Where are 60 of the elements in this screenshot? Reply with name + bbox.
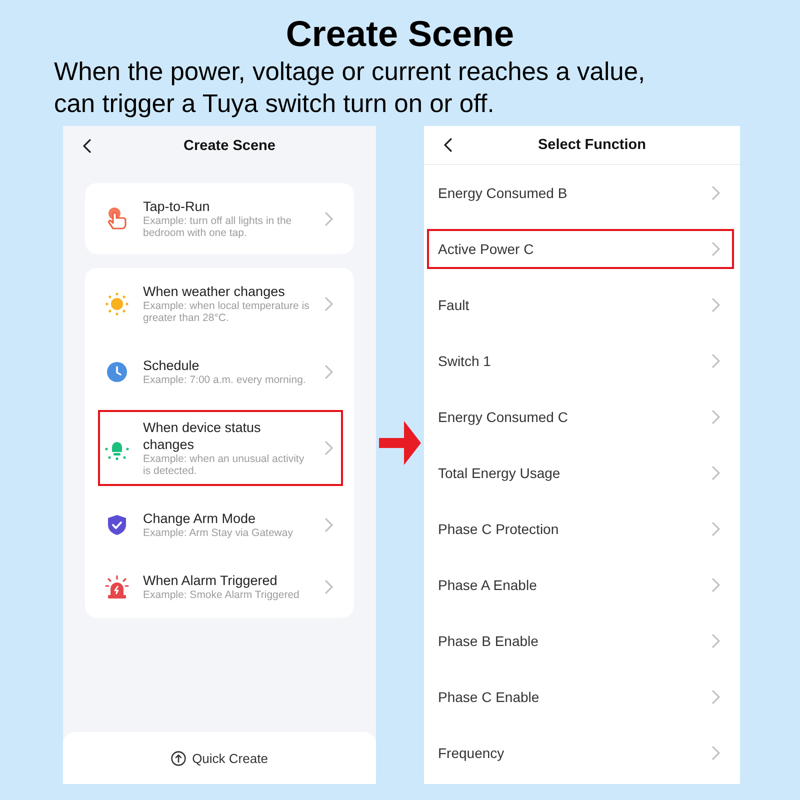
- function-option[interactable]: Phase B Enable: [427, 621, 734, 661]
- chevron-right-icon: [325, 518, 333, 532]
- option-description: Example: Arm Stay via Gateway: [143, 527, 293, 539]
- chevron-right-icon: [712, 690, 720, 704]
- trigger-option[interactable]: Tap-to-Run Example: turn off all lights in the bedroom with one tap.: [98, 189, 343, 248]
- trigger-option[interactable]: Schedule Example: 7:00 a.m. every morning.: [98, 348, 343, 395]
- option-title: Tap-to-Run: [143, 198, 210, 215]
- option-description: Example: turn off all lights in the bedroom with one tap.: [143, 215, 292, 239]
- shield-check-icon: [108, 514, 126, 534]
- chevron-right-icon: [325, 580, 333, 594]
- function-option[interactable]: Total Energy Usage: [427, 453, 734, 493]
- right-arrow-icon: [379, 421, 421, 465]
- arrow-up-circle-icon: [171, 750, 186, 766]
- chevron-right-icon: [325, 441, 333, 455]
- function-option[interactable]: Fault: [427, 285, 734, 325]
- chevron-right-icon: [712, 354, 720, 368]
- chevron-right-icon: [712, 466, 720, 480]
- back-icon[interactable]: [444, 138, 452, 152]
- chevron-right-icon: [712, 634, 720, 648]
- option-title: When device status changes: [143, 419, 261, 453]
- chevron-right-icon: [712, 578, 720, 592]
- function-option[interactable]: Active Power C: [427, 229, 734, 269]
- siren-icon: [105, 574, 129, 598]
- option-title: When weather changes: [143, 283, 285, 300]
- chevron-right-icon: [325, 212, 333, 226]
- hand-tap-icon: [107, 206, 127, 230]
- function-option[interactable]: Frequency: [427, 733, 734, 773]
- screen-title: Select Function: [538, 137, 646, 153]
- option-title: Change Arm Mode: [143, 510, 256, 527]
- function-option[interactable]: Switch 1: [427, 341, 734, 381]
- function-option[interactable]: Energy Consumed B: [427, 173, 734, 213]
- chevron-right-icon: [712, 746, 720, 760]
- function-option[interactable]: Phase C Protection: [427, 509, 734, 549]
- chevron-right-icon: [712, 410, 720, 424]
- chevron-right-icon: [712, 186, 720, 200]
- trigger-option[interactable]: When Alarm Triggered Example: Smoke Alarm Triggered: [98, 563, 343, 610]
- chevron-right-icon: [712, 242, 720, 256]
- option-title: When Alarm Triggered: [143, 572, 278, 589]
- quick-create-button[interactable]: Quick Create: [171, 750, 268, 766]
- page-title: Create Scene: [286, 14, 514, 54]
- function-option[interactable]: Phase C Enable: [427, 677, 734, 717]
- page-subtitle: When the power, voltage or current reaches a value, can trigger a Tuya switch turn on or off.: [54, 57, 646, 120]
- trigger-option[interactable]: When device status changes Example: when an unusual activity is detected.: [98, 410, 343, 486]
- clock-icon: [107, 362, 127, 382]
- trigger-option[interactable]: Change Arm Mode Example: Arm Stay via Gateway: [98, 501, 343, 548]
- option-description: Example: when local temperature is greater than 28°C.: [143, 300, 310, 324]
- option-description: Example: Smoke Alarm Triggered: [143, 589, 300, 601]
- trigger-option[interactable]: When weather changes Example: when local temperature is greater than 28°C.: [98, 274, 343, 333]
- chevron-right-icon: [325, 364, 333, 378]
- function-option[interactable]: Phase A Enable: [427, 565, 734, 605]
- option-description: Example: 7:00 a.m. every morning.: [143, 374, 306, 386]
- back-icon[interactable]: [83, 139, 91, 153]
- option-description: Example: when an unusual activity is detected.: [143, 453, 304, 477]
- screen-title: Create Scene: [184, 138, 276, 154]
- chevron-right-icon: [712, 298, 720, 312]
- option-title: Schedule: [143, 357, 200, 374]
- function-option[interactable]: Energy Consumed C: [427, 397, 734, 437]
- chevron-right-icon: [712, 522, 720, 536]
- sun-icon: [105, 292, 129, 316]
- chevron-right-icon: [325, 296, 333, 310]
